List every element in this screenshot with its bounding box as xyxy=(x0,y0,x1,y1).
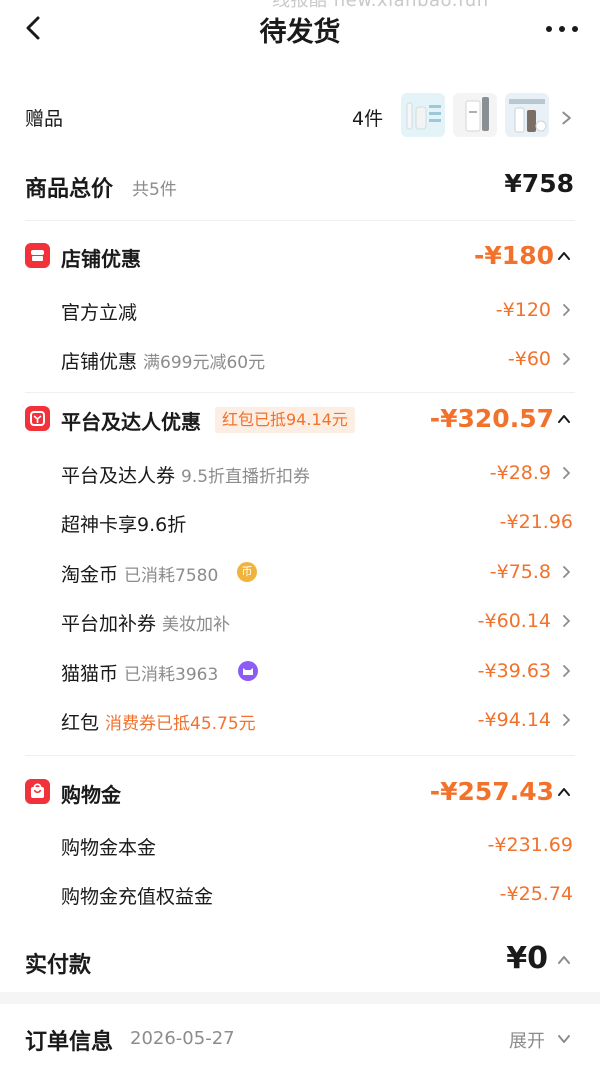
gift-thumbnail-2[interactable] xyxy=(453,93,497,137)
gift-label: 赠品 xyxy=(25,108,64,130)
order-date: 2026-05-27 xyxy=(130,1028,235,1049)
shopping-money-item-label: 购物金充值权益金 xyxy=(61,886,214,908)
chevron-up-icon[interactable] xyxy=(556,412,572,426)
shopping-money-item-amount: -¥231.69 xyxy=(487,834,573,856)
cat-coin-icon xyxy=(238,661,258,681)
divider xyxy=(25,392,575,393)
store-item-amount[interactable]: -¥120 xyxy=(496,299,551,321)
chevron-right-icon[interactable] xyxy=(560,615,572,627)
shopping-money-title: 购物金 xyxy=(61,783,121,807)
section-separator xyxy=(0,992,600,1004)
chevron-up-icon[interactable] xyxy=(556,953,572,967)
chevron-right-icon[interactable] xyxy=(560,304,572,316)
total-label: 商品总价 xyxy=(25,177,114,202)
gift-thumbnail-1[interactable] xyxy=(401,93,445,137)
divider xyxy=(25,755,575,756)
paid-amount[interactable]: ¥0 xyxy=(506,941,548,976)
total-count-note: 共5件 xyxy=(132,180,177,200)
platform-item-amount: -¥21.96 xyxy=(499,511,573,533)
platform-item-note: 消费券已抵45.75元 xyxy=(105,714,256,734)
page-title: 待发货 xyxy=(259,17,341,48)
divider xyxy=(25,220,575,221)
gift-chevron-right-icon[interactable] xyxy=(559,110,572,126)
chevron-right-icon[interactable] xyxy=(560,714,572,726)
gift-thumbnail-3[interactable] xyxy=(505,93,549,137)
store-icon xyxy=(25,243,50,268)
total-amount: ¥758 xyxy=(504,169,574,198)
gold-coin-icon: 币 xyxy=(237,562,257,582)
chevron-up-icon[interactable] xyxy=(556,249,572,263)
store-discount-amount[interactable]: -¥180 xyxy=(474,241,554,270)
platform-item-note: 已消耗3963 xyxy=(124,665,219,685)
more-options-icon[interactable] xyxy=(546,26,578,32)
store-item-label: 店铺优惠 满699元减60元 xyxy=(61,351,266,373)
platform-item-amount[interactable]: -¥28.9 xyxy=(490,462,551,484)
shopping-money-amount[interactable]: -¥257.43 xyxy=(430,777,554,806)
shopping-money-item-label: 购物金本金 xyxy=(61,837,157,859)
gift-count: 4件 xyxy=(352,108,384,130)
platform-item-amount[interactable]: -¥60.14 xyxy=(478,610,551,632)
platform-item-note: 美妆加补 xyxy=(162,615,231,635)
chevron-right-icon[interactable] xyxy=(560,665,572,677)
platform-item-label: 超神卡享9.6折 xyxy=(61,514,187,536)
platform-item-note: 9.5折直播折扣券 xyxy=(181,467,311,487)
platform-item-label: 平台及达人券 9.5折直播折扣券 xyxy=(61,465,311,487)
platform-item-label: 猫猫币 已消耗3963 xyxy=(61,663,219,685)
top-bar: 线报酷 new.xianbao.fun 待发货 xyxy=(0,0,600,62)
store-item-label: 官方立减 xyxy=(61,302,138,324)
platform-discount-amount[interactable]: -¥320.57 xyxy=(430,404,554,433)
shopping-bag-icon xyxy=(25,779,50,804)
store-item-amount[interactable]: -¥60 xyxy=(508,348,551,370)
platform-item-label: 红包 消费券已抵45.75元 xyxy=(61,712,256,734)
chevron-right-icon[interactable] xyxy=(560,467,572,479)
chevron-right-icon[interactable] xyxy=(560,566,572,578)
chevron-up-icon[interactable] xyxy=(556,785,572,799)
store-item-note: 满699元减60元 xyxy=(143,353,266,373)
platform-item-amount[interactable]: -¥94.14 xyxy=(478,709,551,731)
red-packet-tag: 红包已抵94.14元 xyxy=(215,407,355,433)
expand-button[interactable]: 展开 xyxy=(509,1027,545,1053)
shopping-money-item-amount: -¥25.74 xyxy=(499,883,573,905)
platform-discount-title: 平台及达人优惠 xyxy=(61,410,201,434)
platform-item-note: 已消耗7580 xyxy=(124,566,219,586)
platform-item-amount[interactable]: -¥75.8 xyxy=(490,561,551,583)
platform-item-label: 平台加补券 美妆加补 xyxy=(61,613,231,635)
platform-item-label: 淘金币 已消耗7580 xyxy=(61,564,219,586)
order-info-label: 订单信息 xyxy=(25,1030,114,1055)
platform-item-amount[interactable]: -¥39.63 xyxy=(478,660,551,682)
store-discount-title: 店铺优惠 xyxy=(61,247,141,271)
paid-label: 实付款 xyxy=(25,953,92,978)
chevron-down-icon[interactable] xyxy=(557,1032,571,1046)
platform-coupon-icon xyxy=(25,406,50,431)
chevron-right-icon[interactable] xyxy=(560,353,572,365)
